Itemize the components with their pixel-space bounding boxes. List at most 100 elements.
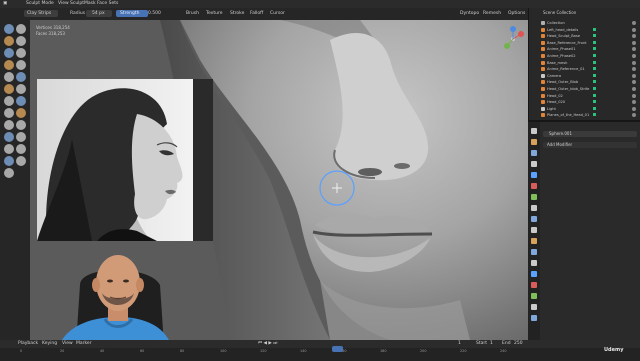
brush-panel[interactable]: Brush xyxy=(186,11,199,17)
properties-tab-icon[interactable] xyxy=(531,282,537,288)
outliner-row[interactable]: Head_Outer_blob_Strife xyxy=(533,86,637,92)
radius-field[interactable]: 54 px xyxy=(86,10,112,17)
timeline-menu-keying[interactable]: Keying xyxy=(42,341,57,347)
visibility-eye-icon[interactable] xyxy=(632,80,636,85)
menu-face-sets[interactable]: Face Sets xyxy=(97,1,118,7)
sculpt-brush-tool-icon[interactable] xyxy=(4,36,14,46)
add-modifier-button[interactable]: Add Modifier xyxy=(543,142,637,148)
outliner-row[interactable]: Anime_Phase01 xyxy=(533,46,637,52)
properties-tab-icon[interactable] xyxy=(531,172,537,178)
properties-tab-icon[interactable] xyxy=(531,205,537,211)
visibility-eye-icon[interactable] xyxy=(632,60,636,65)
sculpt-brush-tool-icon[interactable] xyxy=(4,120,14,130)
properties-tab-icon[interactable] xyxy=(531,150,537,156)
outliner-row[interactable]: Left_head_details xyxy=(533,27,637,33)
properties-tab-icon[interactable] xyxy=(531,128,537,134)
properties-tab-icon[interactable] xyxy=(531,216,537,222)
properties-tab-icon[interactable] xyxy=(531,271,537,277)
start-field[interactable]: 1 xyxy=(490,341,493,347)
outliner-row[interactable]: Planes_of_the_Head_01 xyxy=(533,112,637,118)
stroke-panel[interactable]: Stroke xyxy=(230,11,244,17)
sculpt-brush-tool-icon[interactable] xyxy=(16,72,26,82)
properties-tab-icon[interactable] xyxy=(531,227,537,233)
visibility-eye-icon[interactable] xyxy=(632,106,636,111)
falloff-panel[interactable]: Falloff xyxy=(250,11,263,17)
visibility-eye-icon[interactable] xyxy=(632,40,636,45)
sculpt-brush-tool-icon[interactable] xyxy=(16,120,26,130)
sculpt-brush-tool-icon[interactable] xyxy=(16,156,26,166)
properties-tab-icon[interactable] xyxy=(531,249,537,255)
outliner-row[interactable]: Light xyxy=(533,106,637,112)
properties-tab-icon[interactable] xyxy=(531,238,537,244)
visibility-eye-icon[interactable] xyxy=(632,87,636,91)
visibility-eye-icon[interactable] xyxy=(632,54,636,58)
outliner-row[interactable]: Camera xyxy=(533,73,637,79)
sculpt-brush-tool-icon[interactable] xyxy=(16,108,26,118)
outliner-row[interactable]: Head_Sculpt_Base xyxy=(533,33,637,39)
strength-field[interactable]: Strength xyxy=(116,10,148,17)
properties-tab-icon[interactable] xyxy=(531,260,537,266)
visibility-eye-icon[interactable] xyxy=(632,73,636,78)
sculpt-brush-tool-icon[interactable] xyxy=(4,168,14,178)
remesh-panel[interactable]: Remesh xyxy=(483,11,501,17)
outliner-row[interactable]: Collection xyxy=(533,20,637,26)
dyntopo-panel[interactable]: Dyntopo xyxy=(460,11,479,17)
outliner-row[interactable]: Base_mesh xyxy=(533,60,637,66)
properties-tab-icon[interactable] xyxy=(531,293,537,299)
sculpt-brush-tool-icon[interactable] xyxy=(4,72,14,82)
properties-tab-icon[interactable] xyxy=(531,304,537,310)
sculpt-brush-tool-icon[interactable] xyxy=(4,132,14,142)
sculpt-brush-tool-icon[interactable] xyxy=(16,132,26,142)
menu-sculpt[interactable]: Sculpt xyxy=(70,1,84,7)
outliner-row[interactable]: Anime_Reference_01 xyxy=(533,66,637,72)
texture-panel[interactable]: Texture xyxy=(206,11,222,17)
sculpt-brush-tool-icon[interactable] xyxy=(16,36,26,46)
menu-view[interactable]: View xyxy=(58,1,69,7)
sculpt-brush-tool-icon[interactable] xyxy=(4,84,14,94)
sculpt-brush-tool-icon[interactable] xyxy=(16,48,26,58)
timeline-menu-marker[interactable]: Marker xyxy=(76,341,92,347)
sculpt-brush-tool-icon[interactable] xyxy=(4,24,14,34)
visibility-eye-icon[interactable] xyxy=(632,21,636,25)
visibility-eye-icon[interactable] xyxy=(632,47,636,52)
object-name-field[interactable]: Sphere.001 xyxy=(543,131,637,137)
outliner-row[interactable]: Head_020 xyxy=(533,99,637,105)
outliner-row[interactable]: Base_Reference_Front xyxy=(533,40,637,46)
visibility-eye-icon[interactable] xyxy=(632,113,636,118)
strength-value[interactable]: 0.500 xyxy=(148,11,161,17)
outliner-row[interactable]: Head_Outer_Blob xyxy=(533,79,637,85)
timeline-playhead[interactable] xyxy=(332,346,343,352)
visibility-eye-icon[interactable] xyxy=(632,93,636,98)
sculpt-brush-tool-icon[interactable] xyxy=(16,24,26,34)
sculpt-brush-tool-icon[interactable] xyxy=(4,48,14,58)
timeline-menu-playback[interactable]: Playback xyxy=(18,341,38,347)
mode-selector[interactable]: Sculpt Mode xyxy=(26,1,54,7)
navigation-gizmo[interactable] xyxy=(500,26,526,52)
current-frame-field[interactable]: 1 xyxy=(458,341,461,347)
properties-tab-icon[interactable] xyxy=(531,161,537,167)
brush-selector[interactable]: Clay Strips xyxy=(24,10,58,17)
editor-type-icon[interactable]: ▣ xyxy=(3,1,7,7)
menu-mask[interactable]: Mask xyxy=(84,1,96,7)
properties-tab-icon[interactable] xyxy=(531,183,537,189)
sculpt-brush-tool-icon[interactable] xyxy=(16,84,26,94)
sculpt-brush-tool-icon[interactable] xyxy=(16,96,26,106)
timeline-menu-view[interactable]: View xyxy=(62,341,73,347)
properties-tab-icon[interactable] xyxy=(531,194,537,200)
end-field[interactable]: 250 xyxy=(514,341,523,347)
sculpt-brush-tool-icon[interactable] xyxy=(16,144,26,154)
sculpt-brush-tool-icon[interactable] xyxy=(4,60,14,70)
properties-tab-icon[interactable] xyxy=(531,315,537,321)
outliner-row[interactable]: Head_02 xyxy=(533,93,637,99)
visibility-eye-icon[interactable] xyxy=(632,27,636,32)
cursor-panel[interactable]: Cursor xyxy=(270,11,285,17)
visibility-eye-icon[interactable] xyxy=(632,67,636,72)
outliner-row[interactable]: Anime_Phase02 xyxy=(533,53,637,59)
sculpt-brush-tool-icon[interactable] xyxy=(4,96,14,106)
sculpt-brush-tool-icon[interactable] xyxy=(4,144,14,154)
playback-controls[interactable]: ⏮ ◀ ▶ ⏭ xyxy=(258,341,277,347)
visibility-eye-icon[interactable] xyxy=(632,34,636,39)
sculpt-brush-tool-icon[interactable] xyxy=(16,60,26,70)
sculpt-brush-tool-icon[interactable] xyxy=(4,108,14,118)
sculpt-brush-tool-icon[interactable] xyxy=(4,156,14,166)
